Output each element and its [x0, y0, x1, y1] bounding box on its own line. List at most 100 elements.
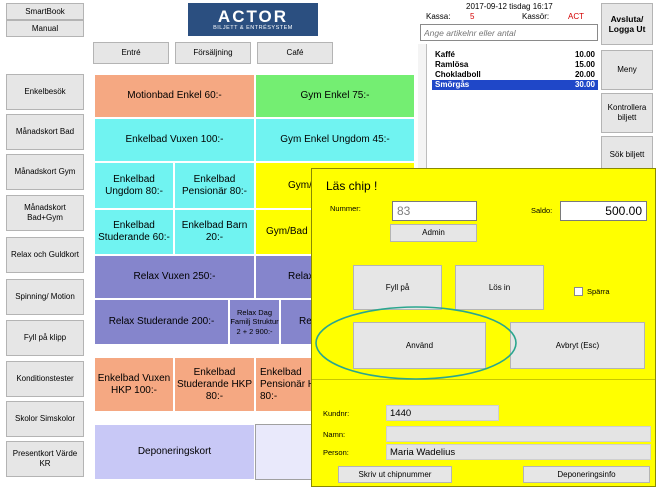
cart-scrollbar[interactable] — [418, 44, 427, 169]
tile-enkelbad-studerande-hkp[interactable]: Enkelbad Studerande HKP 80:- — [174, 357, 255, 412]
tile-label: Relax — [288, 271, 314, 282]
saldo-label: Saldo: — [531, 206, 553, 215]
person-label: Person: — [323, 448, 349, 457]
tab-cafe-label: Café — [286, 48, 304, 58]
kassa-value: 5 — [470, 12, 475, 21]
logout-button[interactable]: Avsluta/ Logga Ut — [601, 3, 653, 45]
list-item[interactable]: Chokladboll 20.00 — [432, 70, 598, 80]
tile-enkelbad-studerande[interactable]: Enkelbad Studerande 60:- — [94, 209, 174, 255]
tile-label: Deponeringskort — [137, 446, 212, 457]
sidebar-item-presentkort[interactable]: Presentkort Värde KR — [6, 441, 84, 477]
smartbook-button[interactable]: SmartBook — [6, 3, 84, 20]
article-search-input[interactable] — [420, 24, 598, 41]
highlight-ellipse-shape — [315, 306, 517, 380]
sidebar-item-fyll-pa-klipp[interactable]: Fyll på klipp — [6, 320, 84, 356]
cart-item-price: 30.00 — [574, 80, 595, 89]
sidebar-item-label: Månadskort Bad+Gym — [24, 203, 66, 222]
check-ticket-button[interactable]: Kontrollera biljett — [601, 93, 653, 133]
logo-title: ACTOR — [217, 6, 289, 26]
sidebar-item-konditionstester[interactable]: Konditionstester — [6, 361, 84, 397]
smartbook-label: SmartBook — [25, 6, 65, 16]
menu-label: Meny — [617, 65, 637, 75]
sidebar-item-label: Enkelbesök — [24, 87, 66, 97]
tile-label: Relax Dag Familj Struktur 2 + 2 900:- — [230, 307, 279, 336]
nummer-field[interactable]: 83 — [392, 201, 477, 221]
tile-label: Enkelbad Studerande 60:- — [98, 220, 170, 243]
list-item-selected[interactable]: Smörgås 30.00 — [432, 80, 598, 90]
search-ticket-label: Sök biljett — [609, 150, 645, 160]
list-item[interactable]: Kaffé 10.00 — [432, 50, 598, 60]
person-value: Maria Wadelius — [390, 446, 456, 458]
sidebar-item-manadskort-bad[interactable]: Månadskort Bad — [6, 114, 84, 150]
saldo-value: 500.00 — [605, 204, 642, 218]
sidebar-item-manadskort-bad-gym[interactable]: Månadskort Bad+Gym — [6, 195, 84, 231]
sidebar-item-label: Skolor Simskolor — [14, 414, 75, 424]
list-item[interactable]: Ramlösa 15.00 — [432, 60, 598, 70]
sidebar-item-label: Månadskort Gym — [14, 167, 76, 177]
sidebar-item-label: Konditionstester — [16, 374, 74, 384]
manual-button[interactable]: Manual — [6, 20, 84, 37]
sidebar-item-skolor-simskolor[interactable]: Skolor Simskolor — [6, 401, 84, 437]
logo-subtitle: BILJETT & ENTRÉSYSTEM — [213, 24, 293, 31]
cart-item-name: Smörgås — [435, 80, 470, 89]
tile-relax-vuxen[interactable]: Relax Vuxen 250:- — [94, 255, 255, 299]
cart-item-name: Ramlösa — [435, 60, 469, 69]
sidebar-item-relax-guldkort[interactable]: Relax och Guldkort — [6, 237, 84, 273]
tile-enkelbad-barn[interactable]: Enkelbad Barn 20:- — [174, 209, 255, 255]
tile-label: Enkelbad Vuxen HKP 100:- — [97, 372, 171, 396]
avbryt-label: Avbryt (Esc) — [555, 340, 600, 350]
sidebar-item-label: Månadskort Bad — [15, 127, 75, 137]
tile-relax-dag-familj[interactable]: Relax Dag Familj Struktur 2 + 2 900:- — [229, 299, 280, 345]
tile-label: Enkelbad Vuxen 100:- — [125, 134, 224, 145]
logout-label: Avsluta/ Logga Ut — [608, 13, 646, 34]
tile-label: Gym Enkel Ungdom 45:- — [280, 134, 390, 145]
deponeringsinfo-button[interactable]: Deponeringsinfo — [523, 466, 650, 483]
check-ticket-label: Kontrollera biljett — [607, 103, 647, 122]
menu-button[interactable]: Meny — [601, 50, 653, 90]
cart-item-price: 10.00 — [574, 50, 595, 59]
sidebar-item-label: Relax och Guldkort — [10, 250, 80, 260]
tile-gym-enkel[interactable]: Gym Enkel 75:- — [255, 74, 415, 118]
sparra-checkbox[interactable] — [574, 287, 583, 296]
sidebar-item-label: Spinning/ Motion — [15, 292, 75, 302]
tab-forsaljning[interactable]: Försäljning — [175, 42, 251, 64]
tab-cafe[interactable]: Café — [257, 42, 333, 64]
tile-label: Enkelbad Studerande HKP 80:- — [176, 366, 253, 402]
tile-label: Gym Enkel 75:- — [300, 90, 370, 101]
tab-entre-label: Entré — [121, 48, 141, 58]
nummer-label: Nummer: — [330, 204, 361, 213]
avbryt-button[interactable]: Avbryt (Esc) — [510, 322, 645, 369]
tile-gym-enkel-ungdom[interactable]: Gym Enkel Ungdom 45:- — [255, 118, 415, 162]
tile-label: Enkelbad Pensionär 80:- — [181, 173, 248, 197]
namn-field — [386, 426, 651, 442]
tile-label: Enkelbad Ungdom 80:- — [105, 173, 163, 197]
cart-item-price: 20.00 — [574, 70, 595, 79]
tile-enkelbad-vuxen-hkp[interactable]: Enkelbad Vuxen HKP 100:- — [94, 357, 174, 412]
datetime: 2017-09-12 tisdag 16:17 — [466, 2, 553, 11]
admin-button[interactable]: Admin — [390, 224, 477, 242]
sidebar-item-enkelbesok[interactable]: Enkelbesök — [6, 74, 84, 110]
tab-entre[interactable]: Entré — [93, 42, 169, 64]
tile-deponeringskort[interactable]: Deponeringskort — [94, 424, 255, 480]
tile-blank[interactable] — [255, 424, 315, 480]
tile-motionbad-enkel[interactable]: Motionbad Enkel 60:- — [94, 74, 255, 118]
tile-enkelbad-vuxen[interactable]: Enkelbad Vuxen 100:- — [94, 118, 255, 162]
tile-label: Relax Vuxen 250:- — [133, 271, 216, 282]
sparra-label: Spärra — [587, 287, 610, 296]
kundnr-field: 1440 — [386, 405, 499, 421]
print-chip-label: Skriv ut chipnummer — [358, 469, 432, 479]
sidebar-item-spinning-motion[interactable]: Spinning/ Motion — [6, 279, 84, 315]
tile-relax-studerande[interactable]: Relax Studerande 200:- — [94, 299, 229, 345]
tile-enkelbad-pensionar[interactable]: Enkelbad Pensionär 80:- — [174, 162, 255, 209]
cart-list: Kaffé 10.00 Ramlösa 15.00 Chokladboll 20.00… — [432, 50, 598, 96]
kassa-label: Kassa: — [426, 12, 451, 21]
kassor-value: ACT — [568, 12, 584, 21]
sidebar-item-label: Fyll på klipp — [23, 333, 67, 343]
print-chip-button[interactable]: Skriv ut chipnummer — [338, 466, 452, 483]
cart-item-name: Chokladboll — [435, 70, 481, 79]
saldo-field[interactable]: 500.00 — [560, 201, 647, 221]
tile-label: Relax Studerande 200:- — [108, 316, 215, 327]
pos-info: 2017-09-12 tisdag 16:17 Kassa: 5 Kassör:… — [418, 0, 600, 24]
tile-enkelbad-ungdom[interactable]: Enkelbad Ungdom 80:- — [94, 162, 174, 209]
sidebar-item-manadskort-gym[interactable]: Månadskort Gym — [6, 154, 84, 190]
